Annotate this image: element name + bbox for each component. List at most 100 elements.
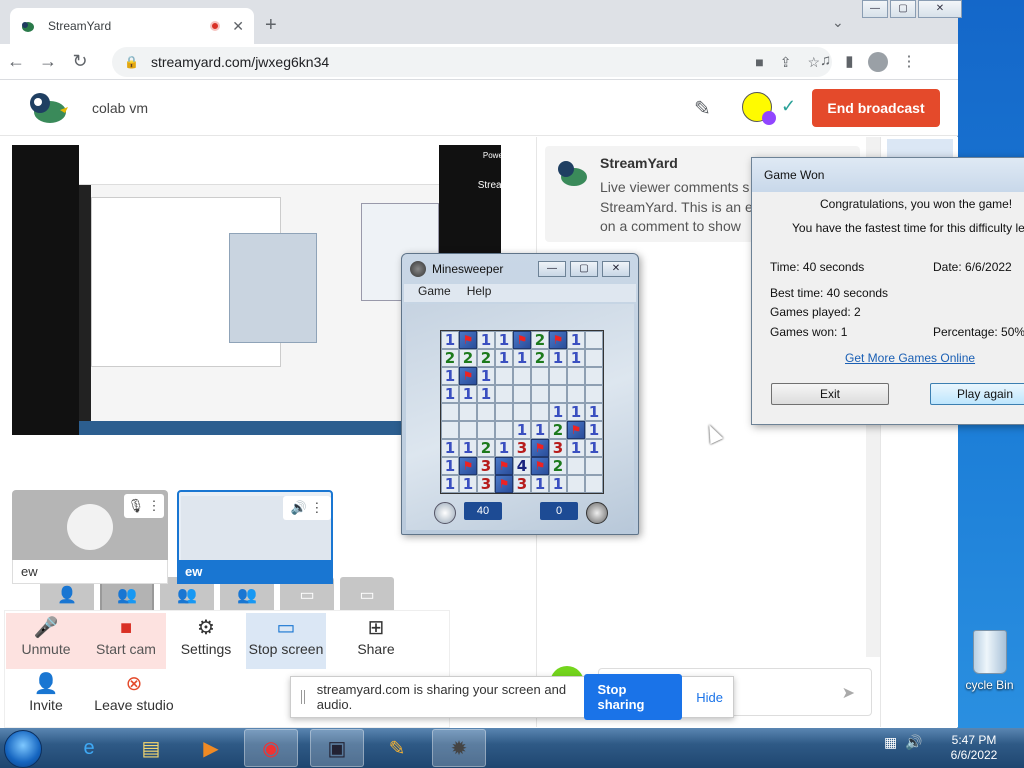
- minimize-button[interactable]: —: [862, 0, 888, 18]
- flag-cell[interactable]: ⚑: [459, 367, 477, 385]
- number-cell[interactable]: 1: [495, 439, 513, 457]
- network-icon[interactable]: ▦: [884, 734, 897, 751]
- empty-cell[interactable]: [477, 403, 495, 421]
- number-cell[interactable]: 1: [567, 331, 585, 349]
- number-cell[interactable]: 3: [477, 457, 495, 475]
- number-cell[interactable]: 1: [459, 475, 477, 493]
- tab-close-icon[interactable]: ✕: [232, 18, 244, 35]
- side-panel-icon[interactable]: ▮: [845, 52, 853, 72]
- new-tab-button[interactable]: +: [265, 14, 277, 37]
- reload-button[interactable]: ↻: [64, 51, 96, 72]
- menu-game[interactable]: Game: [418, 284, 451, 302]
- empty-cell[interactable]: [495, 421, 513, 439]
- number-cell[interactable]: 1: [549, 403, 567, 421]
- empty-cell[interactable]: [531, 385, 549, 403]
- empty-cell[interactable]: [585, 331, 603, 349]
- empty-cell[interactable]: [531, 367, 549, 385]
- stop-sharing-button[interactable]: Stop sharing: [583, 674, 683, 720]
- maximize-button[interactable]: ▢: [570, 261, 598, 277]
- media-control-icon[interactable]: ♫: [820, 52, 831, 72]
- number-cell[interactable]: 1: [549, 349, 567, 367]
- stop-screen-button[interactable]: ▭ Stop screen: [246, 613, 326, 669]
- flag-cell[interactable]: ⚑: [531, 457, 549, 475]
- number-cell[interactable]: 3: [549, 439, 567, 457]
- number-cell[interactable]: 1: [567, 403, 585, 421]
- tile-menu[interactable]: 🔊 ⋮: [283, 496, 331, 520]
- empty-cell[interactable]: [585, 475, 603, 493]
- forward-button[interactable]: →: [32, 51, 64, 72]
- chrome-icon[interactable]: ◉: [244, 729, 298, 767]
- unmute-button[interactable]: 🎤 Unmute: [6, 613, 86, 669]
- camera-icon[interactable]: ■: [755, 54, 763, 70]
- file-explorer-icon[interactable]: ▤: [124, 729, 178, 767]
- close-button[interactable]: ✕: [602, 261, 630, 277]
- number-cell[interactable]: 1: [477, 385, 495, 403]
- comments-tab[interactable]: [887, 139, 953, 159]
- number-cell[interactable]: 1: [441, 367, 459, 385]
- share-button[interactable]: ⊞ Share: [336, 613, 416, 669]
- number-cell[interactable]: 1: [513, 349, 531, 367]
- number-cell[interactable]: 2: [477, 349, 495, 367]
- hide-button[interactable]: Hide: [696, 690, 723, 705]
- number-cell[interactable]: 2: [477, 439, 495, 457]
- destination-avatar[interactable]: [742, 92, 776, 125]
- empty-cell[interactable]: [531, 403, 549, 421]
- settings-button[interactable]: ⚙ Settings: [166, 613, 246, 669]
- empty-cell[interactable]: [549, 367, 567, 385]
- more-games-link[interactable]: Get More Games Online: [845, 351, 975, 365]
- flag-cell[interactable]: ⚑: [459, 457, 477, 475]
- empty-cell[interactable]: [513, 403, 531, 421]
- paint-icon[interactable]: ✎: [370, 729, 424, 767]
- send-icon[interactable]: ➤: [842, 683, 855, 703]
- number-cell[interactable]: 1: [531, 475, 549, 493]
- menu-help[interactable]: Help: [467, 284, 492, 302]
- empty-cell[interactable]: [567, 475, 585, 493]
- empty-cell[interactable]: [459, 421, 477, 439]
- volume-icon[interactable]: 🔊: [905, 734, 922, 751]
- empty-cell[interactable]: [567, 367, 585, 385]
- share-icon[interactable]: ⇪: [780, 54, 792, 71]
- play-again-button[interactable]: Play again: [930, 383, 1024, 405]
- number-cell[interactable]: 1: [549, 475, 567, 493]
- number-cell[interactable]: 1: [531, 421, 549, 439]
- flag-cell[interactable]: ⚑: [495, 457, 513, 475]
- number-cell[interactable]: 3: [513, 475, 531, 493]
- url-text[interactable]: streamyard.com/jwxeg6kn34: [151, 54, 739, 70]
- empty-cell[interactable]: [585, 457, 603, 475]
- clock[interactable]: 5:47 PM 6/6/2022: [944, 733, 1004, 763]
- number-cell[interactable]: 1: [477, 331, 495, 349]
- start-button[interactable]: [4, 730, 42, 768]
- number-cell[interactable]: 1: [441, 385, 459, 403]
- minesweeper-titlebar[interactable]: Minesweeper — ▢ ✕: [402, 254, 638, 284]
- number-cell[interactable]: 1: [495, 331, 513, 349]
- number-cell[interactable]: 1: [567, 349, 585, 367]
- recycle-bin-icon[interactable]: cycle Bin: [955, 630, 1024, 692]
- number-cell[interactable]: 2: [531, 349, 549, 367]
- edit-pencil-icon[interactable]: ✎: [694, 96, 711, 121]
- drag-handle-icon[interactable]: [301, 690, 305, 704]
- empty-cell[interactable]: [585, 349, 603, 367]
- number-cell[interactable]: 1: [495, 349, 513, 367]
- browser-menu-icon[interactable]: ⋮: [902, 52, 917, 72]
- number-cell[interactable]: 1: [477, 367, 495, 385]
- number-cell[interactable]: 1: [585, 421, 603, 439]
- tile-menu[interactable]: 🎙 ⋮: [124, 494, 164, 518]
- number-cell[interactable]: 1: [459, 385, 477, 403]
- close-window-button[interactable]: ✕: [918, 0, 962, 18]
- number-cell[interactable]: 2: [549, 421, 567, 439]
- number-cell[interactable]: 4: [513, 457, 531, 475]
- flag-cell[interactable]: ⚑: [531, 439, 549, 457]
- unknown-app-icon[interactable]: ▣: [310, 729, 364, 767]
- studio-name[interactable]: colab vm: [92, 100, 148, 116]
- empty-cell[interactable]: [441, 421, 459, 439]
- empty-cell[interactable]: [567, 385, 585, 403]
- maximize-button[interactable]: ▢: [890, 0, 916, 18]
- flag-cell[interactable]: ⚑: [549, 331, 567, 349]
- empty-cell[interactable]: [495, 367, 513, 385]
- tab-search-icon[interactable]: ⌄: [832, 14, 844, 31]
- invite-button[interactable]: 👤 Invite: [6, 669, 86, 725]
- flag-cell[interactable]: ⚑: [513, 331, 531, 349]
- internet-explorer-icon[interactable]: e: [62, 729, 116, 767]
- lock-icon[interactable]: 🔒: [124, 55, 139, 69]
- number-cell[interactable]: 2: [441, 349, 459, 367]
